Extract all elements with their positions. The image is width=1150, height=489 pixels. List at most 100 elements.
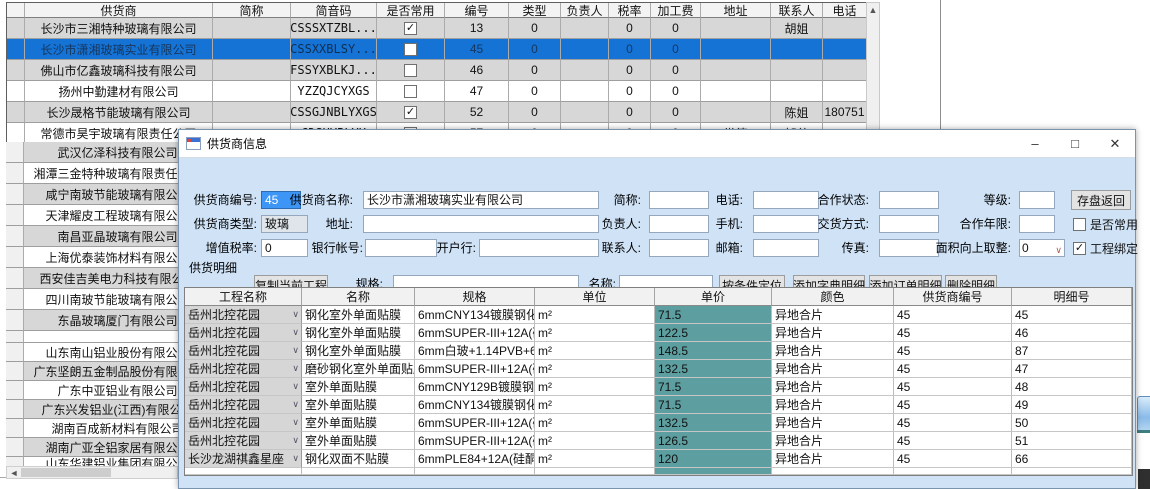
detail-cell[interactable]: 71.5 [655,306,772,324]
detail-cell[interactable]: 异地合片 [772,378,894,396]
table-cell[interactable] [701,102,771,123]
table-cell[interactable] [823,81,867,102]
detail-column-header[interactable]: 单价 [655,288,772,306]
table-cell[interactable]: 13 [445,18,509,39]
row-selector[interactable] [6,310,24,331]
table-cell[interactable]: CSSSXTZBL... [291,18,377,39]
table-cell[interactable] [771,39,823,60]
detail-cell[interactable]: 48 [1012,378,1132,396]
row-selector[interactable] [7,102,25,123]
delivery-mode-input[interactable] [879,215,939,233]
table-cell[interactable]: 180751 [823,102,867,123]
detail-column-header[interactable]: 颜色 [772,288,894,306]
detail-row[interactable]: 岳州北控花园∨室外单面贴膜6mmCNY129B镀膜钢化m²71.5异地合片454… [185,378,1132,396]
detail-cell[interactable]: 122.5 [655,324,772,342]
table-cell[interactable]: 0 [609,60,651,81]
detail-cell[interactable]: 120 [655,450,772,468]
maximize-button[interactable]: □ [1055,130,1095,158]
table-cell[interactable] [823,39,867,60]
table-cell[interactable]: 52 [445,102,509,123]
table-cell[interactable]: 0 [509,102,561,123]
table-row[interactable]: 佛山市亿鑫玻璃科技有限公司FSSYXBLKJ...46000 [7,60,867,81]
table-cell[interactable]: FSSYXBLKJ... [291,60,377,81]
detail-cell[interactable]: m² [535,306,655,324]
detail-cell[interactable]: 87 [1012,342,1132,360]
table-cell[interactable]: 47 [445,81,509,102]
row-selector[interactable] [6,400,24,419]
detail-cell[interactable]: 异地合片 [772,396,894,414]
detail-cell[interactable]: 71.5 [655,378,772,396]
table-row[interactable]: 长沙市潇湘玻璃实业有限公司CSSXXBLSY...45000 [7,39,867,60]
detail-cell[interactable]: 47 [1012,360,1132,378]
detail-cell[interactable]: 6mmPLE84+12A(硅酮胶... [415,450,535,468]
scroll-left-icon[interactable]: ◄ [7,468,21,478]
detail-cell[interactable]: 45 [894,306,1012,324]
detail-cell[interactable]: 45 [894,324,1012,342]
table-cell[interactable]: 佛山市亿鑫玻璃科技有限公司 [25,60,213,81]
checkbox-icon[interactable] [1073,218,1086,231]
column-header[interactable]: 编号 [445,3,509,18]
chevron-down-icon[interactable]: ∨ [292,345,299,356]
table-cell[interactable] [377,39,445,60]
detail-cell[interactable]: 钢化双面不贴膜 [302,450,415,468]
table-cell[interactable] [701,39,771,60]
detail-cell[interactable]: 50 [1012,414,1132,432]
detail-cell[interactable]: 6mm白玻+1.14PVB+6mm... [415,342,535,360]
detail-cell[interactable]: 钢化室外单面贴膜 [302,306,415,324]
table-cell[interactable] [213,102,291,123]
detail-row[interactable]: 岳州北控花园∨室外单面贴膜6mmCNY134镀膜钢化m²71.5异地合片4549 [185,396,1132,414]
dialog-titlebar[interactable]: 供货商信息 – □ ✕ [179,130,1135,158]
detail-column-header[interactable]: 供货商编号 [894,288,1012,306]
row-selector[interactable] [6,163,24,184]
detail-cell[interactable]: 异地合片 [772,306,894,324]
detail-cell[interactable]: 室外单面贴膜 [302,378,415,396]
detail-column-header[interactable]: 单位 [535,288,655,306]
scroll-up-icon[interactable]: ▲ [867,3,879,17]
detail-cell[interactable]: 45 [894,450,1012,468]
table-cell[interactable] [377,60,445,81]
detail-cell[interactable]: 室外单面贴膜 [302,414,415,432]
table-cell[interactable]: YZZQJCYXGS [291,81,377,102]
row-selector[interactable] [6,184,24,205]
detail-cell[interactable]: 异地合片 [772,432,894,450]
table-cell[interactable] [823,60,867,81]
table-cell[interactable] [701,60,771,81]
column-header[interactable]: 简音码 [291,3,377,18]
chevron-down-icon[interactable]: ∨ [292,399,299,410]
detail-cell[interactable]: 45 [894,432,1012,450]
chevron-down-icon[interactable]: ∨ [292,309,299,320]
row-selector[interactable] [6,381,24,400]
detail-row[interactable]: 岳州北控花园∨钢化室外单面贴膜6mm白玻+1.14PVB+6mm...m²148… [185,342,1132,360]
row-selector[interactable] [6,247,24,268]
detail-row[interactable]: 长沙龙湖祺鑫星座∨钢化双面不贴膜6mmPLE84+12A(硅酮胶...m²120… [185,450,1132,468]
table-cell[interactable]: 0 [651,39,701,60]
detail-cell[interactable]: 岳州北控花园∨ [185,342,302,360]
detail-row[interactable]: 岳州北控花园∨钢化室外单面贴膜6mmSUPER-III+12A(硅...m²12… [185,324,1132,342]
table-cell[interactable]: 长沙市三湘特种玻璃有限公司 [25,18,213,39]
table-cell[interactable] [561,102,609,123]
detail-cell[interactable]: 6mmSUPER-III+12A(硅... [415,324,535,342]
detail-cell[interactable]: m² [535,324,655,342]
common-checkbox[interactable]: ✓ [404,22,417,35]
row-selector[interactable] [6,142,24,163]
row-selector[interactable] [6,343,24,362]
scrollbar-thumb[interactable] [21,468,111,477]
table-cell[interactable]: 长沙晟格节能玻璃有限公司 [25,102,213,123]
detail-cell[interactable]: 46 [1012,324,1132,342]
column-header[interactable]: 负责人 [561,3,609,18]
detail-cell[interactable]: 岳州北控花园∨ [185,414,302,432]
detail-row[interactable]: 岳州北控花园∨钢化室外单面贴膜6mmCNY134镀膜钢化m²71.5异地合片45… [185,306,1132,324]
detail-cell[interactable]: 岳州北控花园∨ [185,324,302,342]
detail-cell[interactable]: 49 [1012,396,1132,414]
table-cell[interactable]: 陈姐 [771,102,823,123]
detail-cell[interactable]: 岳州北控花园∨ [185,360,302,378]
detail-cell[interactable]: m² [535,414,655,432]
table-cell[interactable] [213,39,291,60]
detail-cell[interactable]: 71.5 [655,396,772,414]
detail-cell[interactable]: 6mmCNY129B镀膜钢化 [415,378,535,396]
table-cell[interactable]: 0 [509,18,561,39]
row-selector[interactable] [6,289,24,310]
detail-row[interactable]: 岳州北控花园∨室外单面贴膜6mmSUPER-III+12A(硅...m²126.… [185,432,1132,450]
detail-cell[interactable]: 45 [894,360,1012,378]
row-selector[interactable] [7,60,25,81]
